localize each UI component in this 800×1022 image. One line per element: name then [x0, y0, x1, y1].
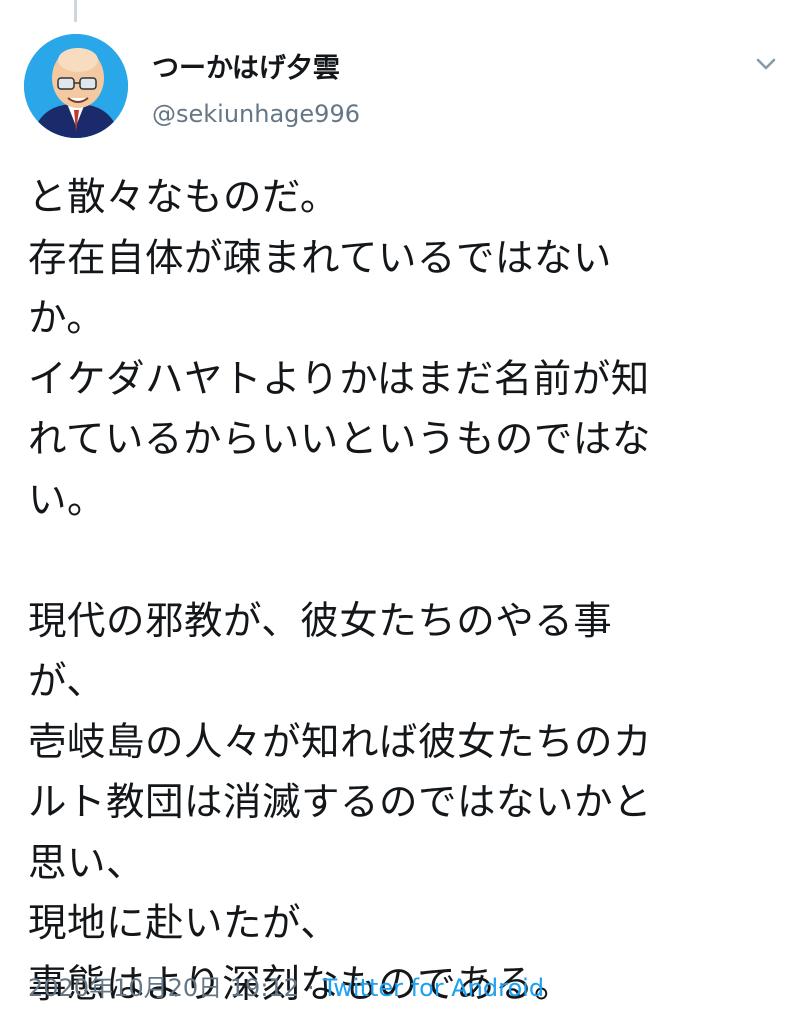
tweet-text-line: 現地に赴いたが、 — [28, 901, 340, 946]
avatar-illustration-icon — [24, 34, 128, 138]
tweet-text-line: か。 — [28, 296, 106, 341]
tweet-text-line: 存在自体が疎まれているではない — [28, 235, 612, 281]
tweet-text-line: 思い、 — [28, 840, 146, 886]
tweet-text-line: が、 — [28, 659, 106, 704]
tweet-text-line: イケダハヤトよりかはまだ名前が知 — [28, 356, 650, 402]
tweet-text-line: 壱岐島の人々が知れば彼女たちのカ — [28, 719, 653, 765]
author-display-name[interactable]: つーかはげ夕雲 — [152, 46, 340, 85]
chevron-down-icon — [756, 58, 776, 70]
tweet-text-line: ルト教団は消滅するのではないかと — [28, 780, 653, 825]
tweet-text-line: い。 — [28, 477, 107, 523]
author-handle[interactable]: @sekiunhage996 — [152, 100, 360, 128]
tweet-text-line: と散々なものだ。 — [28, 175, 339, 220]
avatar[interactable] — [24, 34, 128, 138]
tweet-text-line: れているからいいというものではな — [28, 417, 651, 462]
tweet-text: と散々なものだ。 存在自体が疎まれているではない か。 イケダハヤトよりかはまだ… — [28, 168, 776, 1015]
tweet-metadata: 2020年10月20日 19:12 · Twitter for Android — [28, 968, 544, 1003]
meta-separator: · — [306, 974, 315, 1002]
tweet-menu-button[interactable] — [752, 52, 780, 76]
tweet-timestamp[interactable]: 2020年10月20日 19:12 — [28, 974, 299, 1002]
tweet-text-line: 現代の邪教が、彼女たちのやる事 — [28, 598, 613, 644]
thread-connector-line — [74, 0, 77, 22]
tweet-client-link[interactable]: Twitter for Android — [323, 974, 544, 1002]
